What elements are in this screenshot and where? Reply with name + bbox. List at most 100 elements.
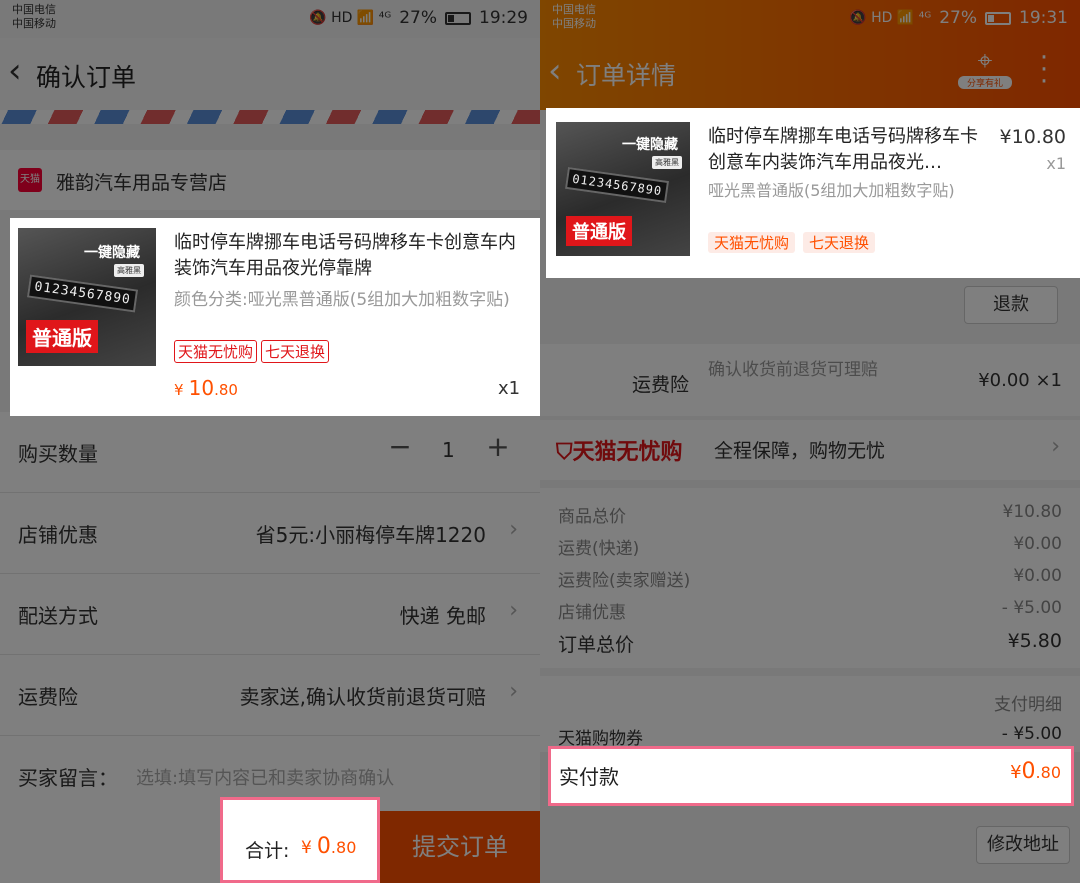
chevron-right-icon: › bbox=[509, 598, 518, 623]
insurance-block: 运费险 确认收货前退货可理赔 ¥0.00 ×1 bbox=[540, 344, 1080, 416]
total-int: 0 bbox=[316, 834, 331, 859]
thumb-mini-label: 高雅黑 bbox=[114, 264, 144, 277]
fee-value: ¥0.00 bbox=[1013, 566, 1062, 586]
item-price: ¥10.80 bbox=[999, 126, 1066, 148]
quantity-row: 购买数量 − 1 + bbox=[0, 412, 540, 493]
actual-int: 0 bbox=[1021, 759, 1036, 784]
fee-key: 店铺优惠 bbox=[558, 603, 626, 623]
actual-dec: .80 bbox=[1035, 763, 1061, 782]
price-int: 10 bbox=[188, 376, 215, 400]
item-card[interactable]: 一键隐藏 高雅黑 01234567890 普通版 临时停车牌挪车电话号码牌移车卡… bbox=[10, 218, 540, 416]
quantity-label: 购买数量 bbox=[18, 442, 98, 466]
submit-order-button[interactable]: 提交订单 bbox=[380, 811, 540, 883]
actual-symbol: ¥ bbox=[1010, 762, 1022, 783]
insurance-desc: 确认收货前退货可理赔 bbox=[708, 360, 878, 380]
header-orange: 中国电信 中国移动 🔕 HD 📶 ⁴ᴳ 27% 19:31 ‹ 订单详情 ⌖ 分… bbox=[540, 0, 1080, 110]
thumb-mini-label: 高雅黑 bbox=[652, 156, 682, 169]
tmall-badge-icon: 天猫 bbox=[18, 168, 42, 192]
store-row[interactable]: 天猫 雅韵汽车用品专营店 bbox=[0, 150, 540, 210]
item-tags: 天猫无忧购 七天退换 bbox=[174, 340, 333, 363]
battery-percent: 27% bbox=[939, 8, 977, 28]
actual-payment-amount: ¥0.80 bbox=[1010, 759, 1061, 784]
insurance-value: 卖家送,确认收货前退货可赔 bbox=[239, 685, 486, 709]
tag-seven-day: 七天退换 bbox=[261, 340, 330, 363]
page-title: 订单详情 bbox=[576, 61, 677, 90]
message-input[interactable]: 选填:填写内容已和卖家协商确认 bbox=[136, 764, 394, 790]
worry-free-desc: 全程保障，购物无忧 bbox=[714, 440, 886, 462]
carrier-1: 中国电信 bbox=[552, 3, 596, 16]
coupon-value: - ¥5.00 bbox=[1001, 724, 1062, 744]
chevron-right-icon: › bbox=[1051, 434, 1060, 459]
battery-icon bbox=[985, 11, 1011, 25]
item-qty: x1 bbox=[1046, 154, 1066, 173]
shipping-insurance-row[interactable]: 运费险 卖家送,确认收货前退货可赔 › bbox=[0, 655, 540, 736]
worry-free-brand: ⛉天猫无忧购 bbox=[556, 434, 683, 466]
payment-block: 支付明细 天猫购物券 - ¥5.00 bbox=[540, 676, 1080, 752]
item-sku: 颜色分类:哑光黑普通版(5组加大加粗数字贴) bbox=[174, 290, 510, 310]
fee-value: ¥10.80 bbox=[1002, 502, 1062, 522]
refund-button[interactable]: 退款 bbox=[964, 286, 1058, 324]
quantity-value[interactable]: 1 bbox=[442, 438, 455, 462]
worry-free-row[interactable]: ⛉天猫无忧购 全程保障，购物无忧 › bbox=[540, 420, 1080, 480]
fee-key: 商品总价 bbox=[558, 507, 626, 527]
actual-payment-label: 实付款 bbox=[559, 765, 619, 789]
share-caption: 分享有礼 bbox=[958, 76, 1012, 89]
share-icon: ⌖ bbox=[977, 46, 993, 76]
fee-value: - ¥5.00 bbox=[1001, 598, 1062, 618]
fee-key: 运费险(卖家赠送) bbox=[558, 571, 691, 591]
total-label: 合计: bbox=[245, 840, 290, 862]
chevron-right-icon: › bbox=[509, 679, 518, 704]
store-name: 雅韵汽车用品专营店 bbox=[56, 172, 228, 194]
item-tags: 天猫无忧购 七天退换 bbox=[708, 232, 883, 253]
product-thumbnail: 一键隐藏 高雅黑 01234567890 普通版 bbox=[18, 228, 156, 366]
battery-percent: 27% bbox=[399, 8, 437, 28]
pay-detail-label: 支付明细 bbox=[994, 695, 1062, 715]
thumb-plate: 01234567890 bbox=[26, 274, 139, 313]
thumb-version: 普通版 bbox=[566, 216, 632, 246]
more-icon[interactable]: · · · bbox=[1034, 45, 1054, 95]
thumb-text: 一键隐藏 bbox=[622, 137, 678, 153]
item-title: 临时停车牌挪车电话号码牌移车卡创意车内装饰汽车用品夜光停靠牌 bbox=[174, 232, 516, 279]
shop-discount-row[interactable]: 店铺优惠 省5元:小丽梅停车牌1220 › bbox=[0, 493, 540, 574]
item-title: 临时停车牌挪车电话号码牌移车卡创意车内装饰汽车用品夜光… bbox=[708, 126, 978, 173]
airmail-stripe bbox=[0, 110, 540, 124]
order-total-key: 订单总价 bbox=[558, 634, 635, 656]
delivery-row[interactable]: 配送方式 快递 免邮 › bbox=[0, 574, 540, 655]
item-price: ¥ 10.80 bbox=[174, 376, 238, 400]
confirm-order-screen: 中国电信 中国移动 🔕 HD 📶 ⁴ᴳ 27% 19:29 ‹ 确认订单 天猫 … bbox=[0, 0, 540, 883]
clock: 19:31 bbox=[1019, 8, 1068, 28]
status-bar: 中国电信 中国移动 🔕 HD 📶 ⁴ᴳ 27% 19:31 bbox=[540, 0, 1080, 38]
tag-worry-free: 天猫无忧购 bbox=[708, 232, 796, 253]
quantity-plus-button[interactable]: + bbox=[480, 430, 516, 463]
shop-discount-value: 省5元:小丽梅停车牌1220 bbox=[255, 523, 486, 547]
change-address-button[interactable]: 修改地址 bbox=[976, 826, 1070, 864]
total-amount: ¥ 0.80 bbox=[301, 834, 356, 859]
product-thumbnail: 一键隐藏 高雅黑 01234567890 普通版 bbox=[556, 122, 690, 256]
thumb-plate: 01234567890 bbox=[564, 166, 670, 204]
item-sku: 哑光黑普通版(5组加大加粗数字贴) bbox=[708, 181, 955, 200]
back-chevron-icon[interactable]: ‹ bbox=[548, 54, 562, 88]
carrier-2: 中国移动 bbox=[12, 17, 56, 30]
share-button[interactable]: ⌖ 分享有礼 bbox=[958, 46, 1012, 96]
item-card[interactable]: 一键隐藏 高雅黑 01234567890 普通版 临时停车牌挪车电话号码牌移车卡… bbox=[546, 108, 1080, 278]
shield-icon: ⛉ bbox=[556, 440, 573, 465]
insurance-label: 运费险 bbox=[18, 685, 78, 709]
tag-worry-free: 天猫无忧购 bbox=[174, 340, 258, 363]
clock: 19:29 bbox=[479, 8, 528, 28]
carrier-2: 中国移动 bbox=[552, 17, 596, 30]
fee-value: ¥0.00 bbox=[1013, 534, 1062, 554]
total-dec: .80 bbox=[330, 838, 357, 857]
carrier-1: 中国电信 bbox=[12, 3, 56, 16]
total-highlight: 合计: ¥ 0.80 bbox=[220, 797, 380, 883]
total-symbol: ¥ bbox=[301, 838, 312, 858]
price-dec: .80 bbox=[214, 381, 238, 399]
back-chevron-icon[interactable]: ‹ bbox=[8, 54, 22, 88]
shop-discount-label: 店铺优惠 bbox=[18, 523, 98, 547]
insurance-value: ¥0.00 ×1 bbox=[978, 370, 1062, 391]
item-qty: x1 bbox=[498, 378, 521, 399]
carrier-info: 中国电信 中国移动 bbox=[552, 3, 596, 31]
quantity-minus-button[interactable]: − bbox=[382, 430, 418, 463]
delivery-label: 配送方式 bbox=[18, 604, 98, 628]
worry-free-brand-text: 天猫无忧购 bbox=[572, 440, 683, 465]
insurance-label: 运费险 bbox=[632, 374, 690, 396]
